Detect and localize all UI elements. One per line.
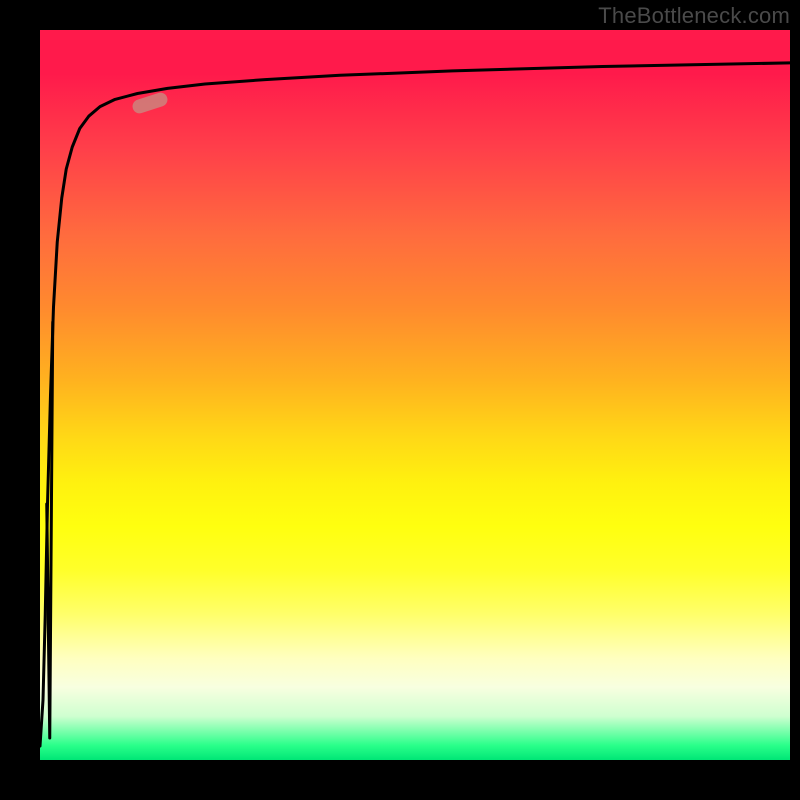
curve-svg: [40, 30, 790, 760]
main-curve-path: [40, 63, 790, 746]
watermark-text: TheBottleneck.com: [598, 3, 790, 29]
plot-area: [40, 30, 790, 760]
chart-frame: TheBottleneck.com: [0, 0, 800, 800]
inner-dip-path: [47, 322, 53, 738]
curve-marker: [130, 91, 169, 115]
